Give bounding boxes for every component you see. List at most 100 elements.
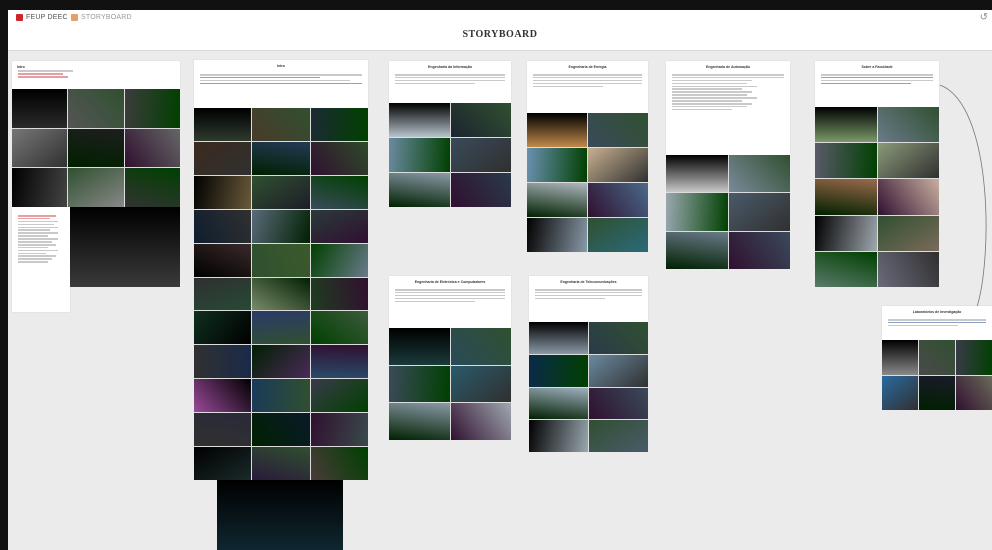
photo-thumbnail[interactable] (815, 251, 877, 287)
photo-thumbnail[interactable] (589, 354, 648, 387)
card-sobre-faculdade[interactable]: Sobre a Faculdade (815, 61, 939, 107)
photo-thumbnail[interactable] (252, 413, 310, 447)
photo-thumbnail[interactable] (882, 375, 918, 410)
photo-thumbnail[interactable] (728, 193, 790, 231)
photo-thumbnail[interactable] (389, 173, 450, 207)
photo-thumbnail[interactable] (194, 277, 252, 311)
photo-thumbnail[interactable] (527, 218, 587, 252)
photo-thumbnail[interactable] (310, 209, 368, 243)
photo-thumbnail[interactable] (919, 340, 955, 375)
photo-thumbnail[interactable] (728, 231, 790, 269)
card-laboratorios[interactable]: Laboratórios de Investigação (882, 306, 992, 340)
card-intro-list[interactable] (12, 207, 70, 312)
photo-thumbnail[interactable] (310, 379, 368, 413)
photo-thumbnail[interactable] (527, 113, 587, 147)
photo-thumbnail[interactable] (194, 447, 252, 480)
card-eletronica-computadores[interactable]: Engenharia de Eletrónica e Computadores (389, 276, 511, 328)
photo-thumbnail[interactable] (882, 340, 918, 375)
photo-thumbnail[interactable] (310, 108, 368, 141)
photo-thumbnail[interactable] (252, 379, 310, 413)
photo-thumbnail[interactable] (194, 311, 252, 345)
photo-thumbnail[interactable] (527, 148, 587, 182)
card-engenharia-energia[interactable]: Engenharia de Energia (527, 61, 648, 113)
photo-thumbnail[interactable] (728, 155, 790, 193)
card-intro-main[interactable]: Intro (194, 60, 368, 108)
photo-thumbnail[interactable] (68, 168, 124, 207)
photo-thumbnail[interactable] (815, 179, 877, 215)
photo-thumbnail[interactable] (252, 447, 310, 480)
photo-thumbnail[interactable] (124, 128, 180, 168)
board-canvas[interactable]: FEUP DEEC / STORYBOARD ↺ STORYBOARD Intr… (8, 10, 992, 550)
photo-thumbnail[interactable] (389, 103, 450, 137)
photo-thumbnail[interactable] (194, 141, 252, 175)
photo-thumbnail[interactable] (217, 480, 343, 550)
photo-thumbnail[interactable] (666, 155, 728, 193)
photo-thumbnail[interactable] (12, 128, 68, 168)
photo-thumbnail[interactable] (450, 138, 511, 172)
photo-thumbnail[interactable] (877, 107, 939, 143)
photo-thumbnail[interactable] (310, 311, 368, 345)
photo-thumbnail[interactable] (310, 141, 368, 175)
photo-thumbnail[interactable] (194, 175, 252, 209)
photo-thumbnail[interactable] (815, 107, 877, 143)
photo-thumbnail[interactable] (529, 420, 588, 452)
photo-thumbnail[interactable] (666, 193, 728, 231)
photo-thumbnail[interactable] (450, 365, 511, 403)
photo-thumbnail[interactable] (310, 277, 368, 311)
photo-thumbnail[interactable] (529, 322, 588, 354)
photo-thumbnail[interactable] (68, 128, 124, 168)
photo-thumbnail[interactable] (124, 168, 180, 207)
photo-thumbnail[interactable] (588, 218, 648, 252)
photo-thumbnail[interactable] (310, 413, 368, 447)
photo-thumbnail[interactable] (588, 183, 648, 217)
photo-thumbnail[interactable] (194, 345, 252, 379)
photo-thumbnail[interactable] (194, 243, 252, 277)
photo-thumbnail[interactable] (252, 209, 310, 243)
photo-thumbnail[interactable] (68, 89, 124, 128)
photo-thumbnail[interactable] (310, 243, 368, 277)
card-intro-left[interactable]: Intro (12, 61, 180, 89)
photo-thumbnail[interactable] (450, 173, 511, 207)
photo-thumbnail[interactable] (450, 403, 511, 440)
photo-thumbnail[interactable] (527, 183, 587, 217)
photo-thumbnail[interactable] (310, 175, 368, 209)
photo-thumbnail[interactable] (310, 345, 368, 379)
card-engenharia-informacao[interactable]: Engenharia da Informação (389, 61, 511, 103)
photo-thumbnail[interactable] (252, 277, 310, 311)
photo-thumbnail[interactable] (588, 113, 648, 147)
card-telecomunicacoes[interactable]: Engenharia de Telecomunicações (529, 276, 648, 322)
photo-thumbnail[interactable] (956, 375, 992, 410)
photo-thumbnail[interactable] (12, 168, 68, 207)
photo-thumbnail[interactable] (589, 387, 648, 420)
photo-thumbnail[interactable] (389, 138, 450, 172)
photo-thumbnail[interactable] (252, 243, 310, 277)
photo-thumbnail[interactable] (919, 375, 955, 410)
photo-thumbnail[interactable] (666, 231, 728, 269)
photo-thumbnail[interactable] (252, 108, 310, 141)
photo-thumbnail[interactable] (12, 89, 68, 128)
photo-thumbnail[interactable] (956, 340, 992, 375)
photo-thumbnail[interactable] (194, 209, 252, 243)
photo-thumbnail[interactable] (389, 365, 450, 403)
photo-thumbnail[interactable] (815, 215, 877, 251)
photo-thumbnail[interactable] (194, 379, 252, 413)
photo-thumbnail[interactable] (877, 251, 939, 287)
photo-thumbnail[interactable] (877, 143, 939, 179)
photo-thumbnail[interactable] (389, 328, 450, 365)
photo-thumbnail[interactable] (815, 143, 877, 179)
card-engenharia-automacao[interactable]: Engenharia de Automação (666, 61, 790, 155)
photo-thumbnail[interactable] (450, 103, 511, 137)
photo-thumbnail[interactable] (450, 328, 511, 365)
photo-thumbnail[interactable] (194, 413, 252, 447)
photo-thumbnail[interactable] (588, 148, 648, 182)
photo-thumbnail[interactable] (194, 108, 252, 141)
photo-thumbnail[interactable] (70, 207, 180, 287)
photo-thumbnail[interactable] (529, 354, 588, 387)
photo-thumbnail[interactable] (252, 345, 310, 379)
photo-thumbnail[interactable] (124, 89, 180, 128)
photo-thumbnail[interactable] (252, 311, 310, 345)
photo-thumbnail[interactable] (877, 215, 939, 251)
photo-thumbnail[interactable] (252, 175, 310, 209)
photo-thumbnail[interactable] (529, 387, 588, 420)
photo-thumbnail[interactable] (310, 447, 368, 480)
